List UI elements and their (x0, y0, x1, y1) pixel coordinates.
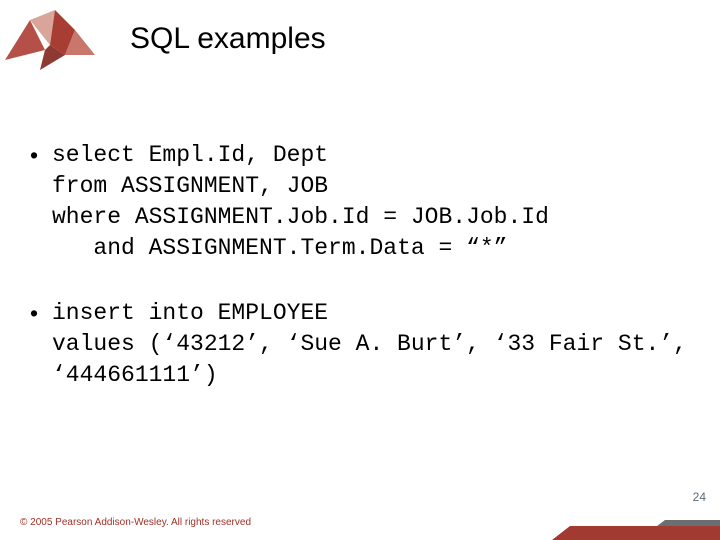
slide: SQL examples • select Empl.Id, Dept from… (0, 0, 720, 540)
bullet-item: • select Empl.Id, Dept from ASSIGNMENT, … (30, 140, 690, 264)
bullet-dot-icon: • (30, 298, 52, 391)
slide-title: SQL examples (130, 22, 326, 56)
code-block: insert into EMPLOYEE values (‘43212’, ‘S… (52, 298, 690, 391)
bullet-item: • insert into EMPLOYEE values (‘43212’, … (30, 298, 690, 391)
page-number: 24 (693, 490, 706, 504)
bullet-dot-icon: • (30, 140, 52, 264)
copyright-footer: © 2005 Pearson Addison-Wesley. All right… (20, 517, 251, 528)
logo-icon (0, 0, 100, 80)
corner-decoration-icon (550, 520, 720, 540)
code-block: select Empl.Id, Dept from ASSIGNMENT, JO… (52, 140, 549, 264)
slide-content: • select Empl.Id, Dept from ASSIGNMENT, … (30, 140, 690, 425)
